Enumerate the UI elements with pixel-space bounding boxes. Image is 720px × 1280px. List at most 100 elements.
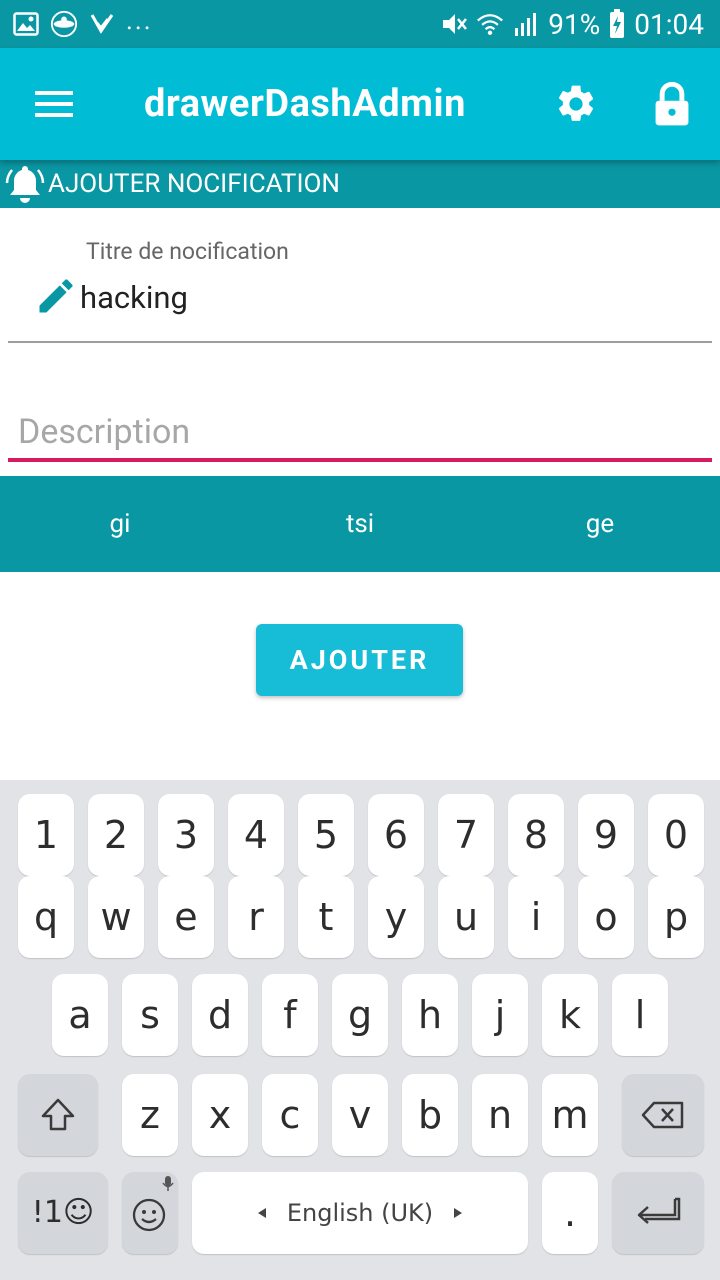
- add-button[interactable]: AJOUTER: [256, 624, 463, 696]
- key-l[interactable]: l: [612, 974, 668, 1056]
- key-c[interactable]: c: [262, 1074, 318, 1156]
- key-4[interactable]: 4: [228, 794, 284, 876]
- chevron-left-icon: [257, 1208, 266, 1218]
- key-label: p: [663, 895, 689, 939]
- period-key[interactable]: .: [542, 1172, 598, 1254]
- clock: 01:04: [634, 7, 704, 41]
- key-8[interactable]: 8: [508, 794, 564, 876]
- tab-gi[interactable]: gi: [0, 476, 240, 572]
- key-s[interactable]: s: [122, 974, 178, 1056]
- key-label: j: [494, 993, 506, 1037]
- space-key[interactable]: English (UK): [192, 1172, 528, 1254]
- key-label: y: [384, 895, 408, 939]
- key-h[interactable]: h: [402, 974, 458, 1056]
- key-a[interactable]: a: [52, 974, 108, 1056]
- enter-key[interactable]: [612, 1172, 704, 1254]
- backspace-key[interactable]: [622, 1074, 704, 1156]
- key-label: x: [208, 1093, 232, 1137]
- pencil-icon: [39, 279, 73, 313]
- key-d[interactable]: d: [192, 974, 248, 1056]
- key-0[interactable]: 0: [648, 794, 704, 876]
- lock-icon: [655, 81, 689, 126]
- section-header: AJOUTER NOCIFICATION: [0, 160, 720, 208]
- key-1[interactable]: 1: [18, 794, 74, 876]
- emoji-icon: [132, 1198, 166, 1232]
- key-y[interactable]: y: [368, 876, 424, 958]
- tab-ge[interactable]: ge: [480, 476, 720, 572]
- key-label: t: [318, 895, 334, 939]
- status-bar: ... 91% 01:04: [0, 0, 720, 48]
- key-label: m: [551, 1093, 589, 1137]
- key-r[interactable]: r: [228, 876, 284, 958]
- key-label: .: [563, 1191, 577, 1235]
- symbols-key[interactable]: !1☺: [18, 1172, 108, 1254]
- key-p[interactable]: p: [648, 876, 704, 958]
- key-9[interactable]: 9: [578, 794, 634, 876]
- key-label: a: [68, 993, 92, 1037]
- key-label: 2: [103, 813, 129, 857]
- key-6[interactable]: 6: [368, 794, 424, 876]
- key-label: 9: [593, 813, 619, 857]
- key-u[interactable]: u: [438, 876, 494, 958]
- key-7[interactable]: 7: [438, 794, 494, 876]
- key-label: z: [140, 1093, 160, 1137]
- shift-key[interactable]: [18, 1074, 98, 1156]
- tab-tsi[interactable]: tsi: [240, 476, 480, 572]
- key-e[interactable]: e: [158, 876, 214, 958]
- gear-icon: [558, 85, 594, 121]
- key-i[interactable]: i: [508, 876, 564, 958]
- key-label: w: [100, 895, 132, 939]
- description-underline: [8, 458, 712, 462]
- key-5[interactable]: 5: [298, 794, 354, 876]
- key-x[interactable]: x: [192, 1074, 248, 1156]
- status-left: ...: [12, 6, 153, 40]
- key-f[interactable]: f: [262, 974, 318, 1056]
- key-q[interactable]: q: [18, 876, 74, 958]
- lock-button[interactable]: [644, 76, 700, 132]
- key-j[interactable]: j: [472, 974, 528, 1056]
- check-icon: [88, 10, 116, 38]
- key-m[interactable]: m: [542, 1074, 598, 1156]
- menu-button[interactable]: [26, 76, 82, 132]
- key-g[interactable]: g: [332, 974, 388, 1056]
- key-z[interactable]: z: [122, 1074, 178, 1156]
- key-3[interactable]: 3: [158, 794, 214, 876]
- key-label: o: [594, 895, 618, 939]
- key-k[interactable]: k: [542, 974, 598, 1056]
- key-label: 5: [313, 813, 339, 857]
- key-label: 4: [243, 813, 269, 857]
- key-label: g: [347, 993, 373, 1037]
- mute-icon: [440, 10, 468, 38]
- gallery-icon: [12, 10, 40, 38]
- key-label: q: [33, 895, 59, 939]
- key-o[interactable]: o: [578, 876, 634, 958]
- more-notifications: ...: [126, 6, 153, 36]
- mic-icon: [162, 1176, 174, 1191]
- key-label: s: [140, 993, 160, 1037]
- key-t[interactable]: t: [298, 876, 354, 958]
- section-title: AJOUTER NOCIFICATION: [48, 169, 340, 199]
- key-label: 8: [523, 813, 549, 857]
- title-underline: [8, 341, 712, 343]
- shift-icon: [41, 1098, 75, 1131]
- battery-charging-icon: [608, 9, 626, 38]
- settings-button[interactable]: [548, 76, 604, 132]
- key-v[interactable]: v: [332, 1074, 388, 1156]
- status-right: 91% 01:04: [440, 6, 704, 42]
- chevron-right-icon: [454, 1208, 463, 1218]
- signal-icon: [512, 10, 540, 38]
- key-b[interactable]: b: [402, 1074, 458, 1156]
- emoji-key[interactable]: [122, 1172, 178, 1254]
- key-label: 6: [383, 813, 409, 857]
- key-label: f: [283, 993, 297, 1037]
- title-input[interactable]: [80, 276, 680, 320]
- key-label: v: [348, 1093, 372, 1137]
- app-icon: [50, 10, 78, 38]
- key-2[interactable]: 2: [88, 794, 144, 876]
- key-w[interactable]: w: [88, 876, 144, 958]
- menu-icon: [35, 91, 73, 117]
- description-input[interactable]: [18, 406, 708, 458]
- key-label: b: [417, 1093, 443, 1137]
- key-label: l: [634, 993, 646, 1037]
- key-n[interactable]: n: [472, 1074, 528, 1156]
